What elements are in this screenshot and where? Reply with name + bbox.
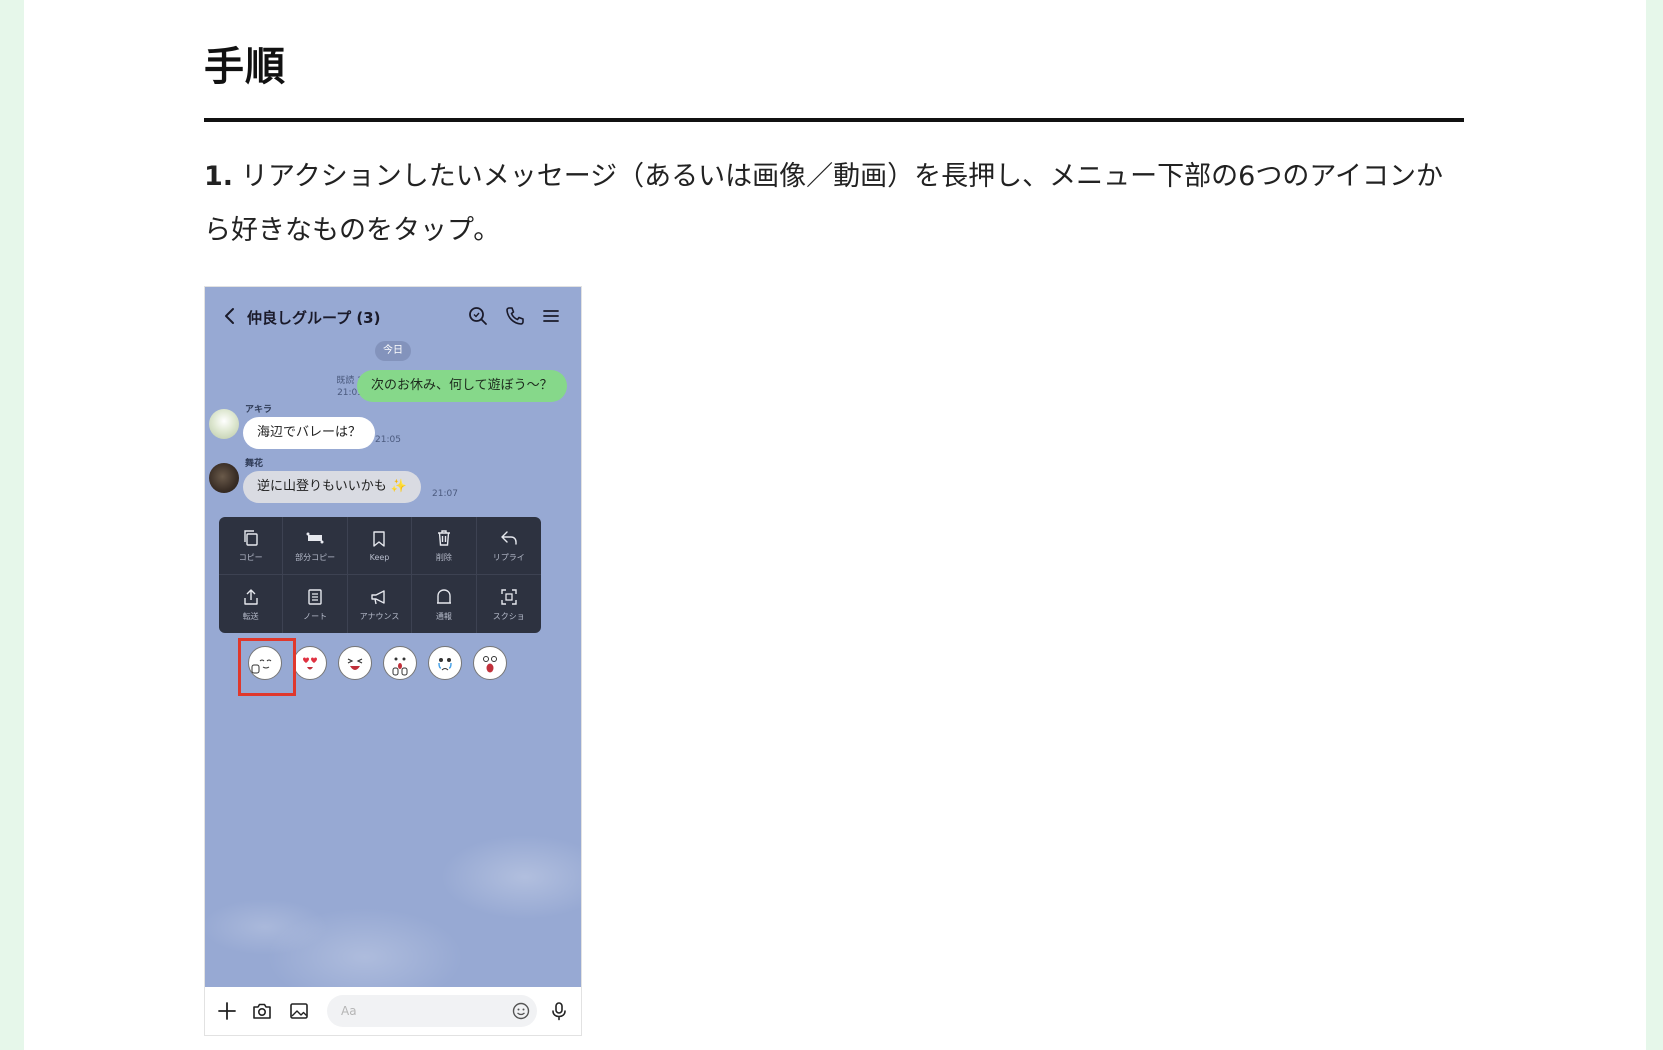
chat-header: 仲良しグループ (3) xyxy=(205,287,581,345)
menu-item-forward[interactable]: 転送 xyxy=(219,575,284,633)
reaction-laugh[interactable] xyxy=(338,646,372,680)
plus-icon[interactable] xyxy=(216,1000,238,1022)
phone-call-icon[interactable] xyxy=(504,305,526,327)
message-time: 21:05 xyxy=(375,435,401,445)
menu-item-partial-copy[interactable]: 部分コピー xyxy=(283,517,348,575)
menu-item-announce[interactable]: アナウンス xyxy=(348,575,413,633)
menu-item-label: 削除 xyxy=(435,553,452,562)
message-time: 21:07 xyxy=(432,489,458,499)
heart-eyes-face-icon xyxy=(303,657,317,670)
message-input[interactable] xyxy=(327,995,537,1027)
emoji-icon[interactable] xyxy=(510,1000,532,1022)
menu-item-label: リプライ xyxy=(492,553,525,562)
menu-item-label: ノート xyxy=(303,611,328,621)
report-icon xyxy=(436,588,451,604)
outgoing-message[interactable]: 次のお休み、何して遊ぼう〜？ xyxy=(357,370,567,402)
surprised-hands-face-icon xyxy=(392,657,408,676)
menu-item-label: 転送 xyxy=(242,611,259,621)
menu-item-label: コピー xyxy=(238,553,263,562)
crying-face-icon xyxy=(438,658,452,671)
share-icon xyxy=(243,588,258,605)
menu-item-reply[interactable]: リプライ xyxy=(476,517,541,575)
menu-item-report[interactable]: 通報 xyxy=(412,575,477,633)
step-text: リアクションしたいメッセージ（あるいは画像／動画）を長押し、メニュー下部の6つの… xyxy=(204,161,1443,246)
back-arrow-icon[interactable] xyxy=(221,307,239,325)
menu-item-keep[interactable]: Keep xyxy=(347,517,413,575)
menu-item-label: アナウンス xyxy=(359,611,400,621)
bookmark-icon xyxy=(373,531,386,547)
date-separator: 今日 xyxy=(375,341,411,361)
reply-icon xyxy=(501,531,517,545)
note-icon xyxy=(308,588,322,605)
menu-item-label: 部分コピー xyxy=(295,553,336,562)
copy-icon xyxy=(243,530,258,546)
search-icon[interactable] xyxy=(467,305,489,327)
menu-item-label: 通報 xyxy=(435,611,452,621)
avatar[interactable] xyxy=(209,463,239,493)
menu-item-screenshot[interactable]: スクショ xyxy=(477,575,541,633)
article-sheet: 手順 1. リアクションしたいメッセージ（あるいは画像／動画）を長押し、メニュー下… xyxy=(24,0,1646,1050)
step-number: 1. xyxy=(204,161,234,192)
laughing-face-icon xyxy=(347,658,363,670)
sender-name: アキラ xyxy=(245,405,273,415)
message-context-menu: コピー 部分コピー Keep 削除 リプライ 転送 ノート アナウンス 通報 ス… xyxy=(219,517,541,633)
incoming-message[interactable]: 海辺でバレーは？ xyxy=(243,417,376,449)
step-instruction: 1. リアクションしたいメッセージ（あるいは画像／動画）を長押し、メニュー下部の6… xyxy=(204,150,1466,258)
menu-item-label: Keep xyxy=(369,553,390,562)
section-heading: 手順 xyxy=(204,44,286,90)
image-icon[interactable] xyxy=(288,1000,310,1022)
menu-item-note[interactable]: ノート xyxy=(283,575,348,633)
selected-message[interactable]: 逆に山登りもいいかも ✨ xyxy=(243,471,422,503)
reaction-love[interactable] xyxy=(293,646,327,680)
trash-icon xyxy=(437,530,450,546)
cloud-background xyxy=(205,727,581,987)
menu-item-copy[interactable]: コピー xyxy=(219,517,284,575)
group-title: 仲良しグループ (3) xyxy=(247,309,381,327)
avatar[interactable] xyxy=(209,409,239,439)
sender-name: 舞花 xyxy=(245,459,264,469)
hamburger-menu-icon[interactable] xyxy=(541,306,561,326)
reaction-shocked[interactable] xyxy=(473,646,507,680)
camera-icon[interactable] xyxy=(251,1000,273,1022)
shocked-face-icon xyxy=(483,656,497,673)
reaction-surprised[interactable] xyxy=(383,646,417,680)
megaphone-icon xyxy=(371,589,386,604)
partial-copy-icon xyxy=(306,532,324,544)
line-chat-screenshot: 仲良しグループ (3) 今日 既読 2 21:03 次のお休み、何して遊ぼう〜？ … xyxy=(204,286,582,1036)
reaction-sad[interactable] xyxy=(428,646,462,680)
menu-item-delete[interactable]: 削除 xyxy=(412,517,477,575)
highlight-box xyxy=(238,638,296,696)
heading-divider xyxy=(204,118,1464,122)
menu-item-label: スクショ xyxy=(492,611,525,621)
microphone-icon[interactable] xyxy=(548,1000,570,1022)
message-composer xyxy=(205,987,581,1035)
screenshot-icon xyxy=(501,588,517,605)
